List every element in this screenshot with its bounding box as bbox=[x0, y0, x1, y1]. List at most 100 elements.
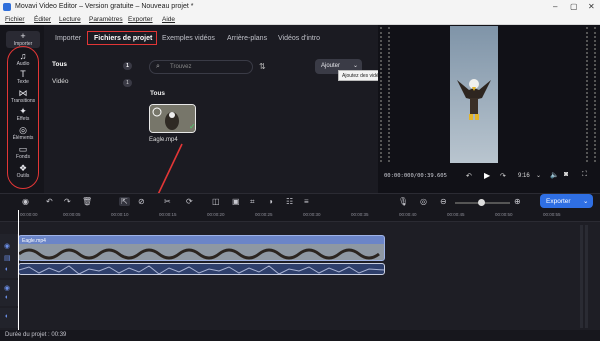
menu-editer[interactable]: Éditer bbox=[34, 16, 51, 23]
menu-fichier[interactable]: Fichier bbox=[5, 16, 25, 23]
count-badge: 1 bbox=[123, 62, 132, 70]
volume-icon[interactable]: 🔈 bbox=[550, 171, 559, 179]
stabilize-icon[interactable]: ≡ bbox=[304, 197, 309, 206]
mute-icon[interactable]: ◖ bbox=[4, 294, 8, 301]
ruler-tick: 00:00:20 bbox=[207, 212, 225, 217]
search-input[interactable]: ⌕ Trouvez bbox=[149, 60, 253, 74]
mute-icon[interactable]: ◖ bbox=[4, 313, 8, 320]
menu-exporter[interactable]: Exporter bbox=[128, 16, 153, 23]
tab-sample-videos[interactable]: Exemples vidéos bbox=[162, 35, 215, 42]
ruler-tick: 00:00:55 bbox=[543, 212, 561, 217]
search-placeholder: Trouvez bbox=[170, 64, 192, 70]
tab-backgrounds[interactable]: Arrière-plans bbox=[227, 35, 267, 42]
camera-icon[interactable]: ◙ bbox=[564, 171, 568, 178]
film-strip-right bbox=[586, 27, 596, 162]
check-icon: ✓ bbox=[189, 122, 196, 131]
timecode: 00:00:000/00:39.605 bbox=[384, 173, 447, 179]
music-track-header: ◖ bbox=[0, 308, 18, 328]
zoom-in-icon[interactable]: ⊕ bbox=[514, 197, 521, 206]
playhead[interactable] bbox=[18, 210, 19, 330]
ruler-tick: 00:00:05 bbox=[63, 212, 81, 217]
ruler-tick: 00:00:30 bbox=[303, 212, 321, 217]
category-all[interactable]: Tous 1 bbox=[52, 61, 134, 73]
title-bar: Movavi Video Editor – Version gratuite –… bbox=[0, 0, 600, 14]
category-video[interactable]: Vidéo 1 bbox=[52, 78, 134, 90]
menu-aide[interactable]: Aide bbox=[162, 16, 175, 23]
status-bar: Durée du projet : 00:39 bbox=[0, 330, 600, 341]
section-label: Tous bbox=[150, 90, 166, 97]
search-icon: ⌕ bbox=[156, 63, 160, 70]
record-icon[interactable]: ◉ bbox=[22, 197, 29, 206]
forward-icon[interactable]: ↷ bbox=[500, 172, 506, 180]
zoom-out-icon[interactable]: ⊖ bbox=[440, 197, 447, 206]
video-clip[interactable]: Eagle.mp4 bbox=[18, 235, 385, 261]
ban-icon[interactable]: ⊘ bbox=[138, 197, 145, 206]
project-duration: Durée du projet : 00:39 bbox=[5, 332, 67, 338]
ruler-tick: 00:00:15 bbox=[159, 212, 177, 217]
audio-waveform bbox=[18, 265, 385, 275]
pointer-icon[interactable]: ⇱ bbox=[119, 197, 130, 206]
audio-clip[interactable] bbox=[18, 263, 385, 275]
rotate-icon[interactable]: ⟳ bbox=[186, 197, 193, 206]
export-button[interactable]: Exporter ⌄ bbox=[540, 194, 593, 208]
volume-meter bbox=[580, 225, 588, 328]
minimize-button[interactable]: – bbox=[553, 2, 557, 11]
category-label: Vidéo bbox=[52, 78, 69, 85]
redo-icon[interactable]: ↷ bbox=[64, 197, 71, 206]
sort-icon[interactable]: ⇅ bbox=[259, 62, 266, 71]
chevron-down-icon: ⌄ bbox=[353, 63, 359, 69]
cut-icon[interactable]: ✂ bbox=[164, 197, 171, 206]
player-controls: 00:00:000/00:39.605 ↶ ▶ ↷ 9:16 ⌄ 🔈 ◙ ⛶ bbox=[378, 166, 600, 190]
export-label: Exporter bbox=[546, 198, 571, 205]
lock-icon[interactable]: ▤ bbox=[4, 254, 11, 262]
add-label: Ajouter bbox=[321, 63, 341, 69]
rewind-icon[interactable]: ↶ bbox=[466, 172, 472, 180]
adjust-icon[interactable]: ☷ bbox=[286, 197, 293, 206]
tab-highlight-box bbox=[87, 31, 157, 45]
fullscreen-icon[interactable]: ⛶ bbox=[582, 171, 587, 179]
play-icon[interactable]: ▶ bbox=[484, 171, 490, 180]
window-title: Movavi Video Editor – Version gratuite –… bbox=[15, 3, 194, 10]
eye-icon[interactable]: ◉ bbox=[4, 284, 10, 292]
ruler-tick: 00:00:35 bbox=[351, 212, 369, 217]
menu-bar: Fichier Éditer Lecture Paramètres Export… bbox=[0, 14, 600, 25]
color-icon[interactable]: ◑ bbox=[268, 197, 273, 206]
timeline-toolbar: ◉ ↶ ↷ 🗑 ⇱ ⊘ ✂ ⟳ ◫ ▣ ⌗ ◑ ☷ ≡ 🎙 ◎ ⊖ ⊕ bbox=[0, 193, 600, 210]
chevron-down-icon: ⌄ bbox=[583, 198, 589, 205]
ruler-tick: 00:00:25 bbox=[255, 212, 273, 217]
timeline-ruler: 00:00:00 00:00:05 00:00:10 00:00:15 00:0… bbox=[0, 210, 600, 222]
category-label: Tous bbox=[52, 61, 68, 68]
count-badge: 1 bbox=[123, 79, 132, 87]
aspect-ratio[interactable]: 9:16 bbox=[518, 173, 530, 179]
clip-frames bbox=[19, 244, 384, 260]
undo-icon[interactable]: ↶ bbox=[46, 197, 53, 206]
ruler-tick: 00:00:10 bbox=[111, 212, 129, 217]
eye-icon[interactable]: ◉ bbox=[4, 242, 10, 250]
highlight-oval bbox=[7, 46, 39, 189]
zoom-slider-handle[interactable] bbox=[478, 199, 485, 206]
ruler-tick: 00:00:45 bbox=[447, 212, 465, 217]
close-button[interactable]: ✕ bbox=[588, 2, 595, 11]
mute-icon[interactable]: ◖ bbox=[4, 266, 8, 273]
tool-import[interactable]: + Importer bbox=[6, 31, 40, 47]
voice-icon[interactable]: 🎙 bbox=[398, 197, 408, 206]
crop-icon[interactable]: ⌗ bbox=[250, 197, 255, 207]
video-track-header: ◉ ▤ ◖ bbox=[0, 234, 18, 278]
audio-detach-icon[interactable]: ◫ bbox=[212, 197, 220, 206]
menu-lecture[interactable]: Lecture bbox=[59, 16, 81, 23]
delete-icon[interactable]: 🗑 bbox=[82, 197, 92, 206]
snap-icon[interactable]: ◎ bbox=[420, 197, 427, 206]
tab-intro-videos[interactable]: Vidéos d'intro bbox=[278, 35, 320, 42]
image-icon[interactable]: ▣ bbox=[232, 197, 240, 206]
eagle-image bbox=[457, 79, 491, 120]
audio-track-header: ◉ ◖ bbox=[0, 280, 18, 306]
ruler-tick: 00:00:50 bbox=[495, 212, 513, 217]
tab-import[interactable]: Importer bbox=[55, 35, 81, 42]
category-list: Tous 1 Vidéo 1 bbox=[46, 55, 140, 193]
film-strip-left bbox=[380, 27, 390, 162]
app-logo-icon bbox=[3, 3, 11, 11]
menu-parametres[interactable]: Paramètres bbox=[89, 16, 123, 23]
chevron-down-icon[interactable]: ⌄ bbox=[536, 172, 541, 179]
ruler-tick: 00:00:40 bbox=[399, 212, 417, 217]
maximize-button[interactable]: ▢ bbox=[570, 2, 578, 11]
